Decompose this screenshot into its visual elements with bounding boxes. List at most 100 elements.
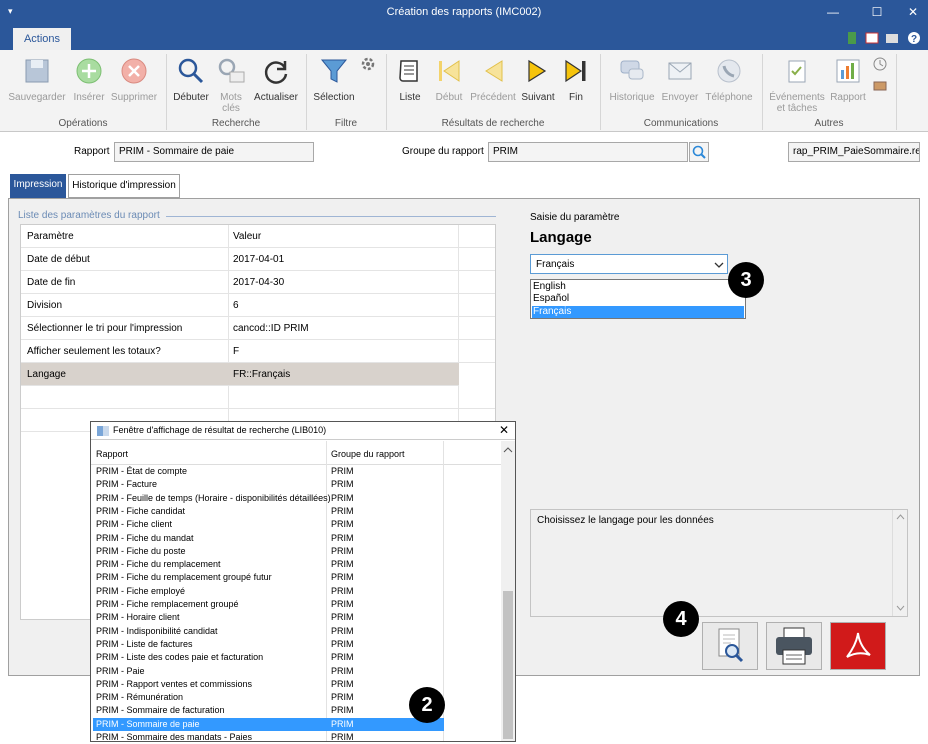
table-row-selected[interactable]: Langage FR::Français xyxy=(21,363,459,386)
result-report-name: PRIM - Sommaire de paie xyxy=(96,718,200,729)
next-button[interactable]: Suivant xyxy=(518,56,558,103)
list-item[interactable]: PRIM - Fiche du mandat PRIM xyxy=(93,532,505,545)
report-group-label: Groupe du rapport xyxy=(402,146,484,157)
param-name: Division xyxy=(27,300,63,311)
list-item[interactable]: PRIM - État de compte PRIM xyxy=(93,465,505,478)
help-scrollbar[interactable] xyxy=(892,510,907,616)
popup-scrollbar[interactable] xyxy=(501,441,515,741)
param-value: cancod::ID PRIM xyxy=(233,323,309,334)
result-report-name: PRIM - Fiche employé xyxy=(96,585,186,596)
delete-button[interactable]: Supprimer xyxy=(108,56,160,103)
result-report-group: PRIM xyxy=(331,572,354,583)
print-button[interactable] xyxy=(766,622,822,670)
phone-button[interactable]: Téléphone xyxy=(700,56,758,103)
clock-icon[interactable] xyxy=(872,56,888,72)
list-item[interactable]: PRIM - Liste de factures PRIM xyxy=(93,638,505,651)
option-english[interactable]: English xyxy=(532,281,744,293)
group-label-search: Recherche xyxy=(211,118,261,129)
list-item[interactable]: PRIM - Sommaire des mandats - Paies PRIM xyxy=(93,731,505,744)
printer-small-icon[interactable] xyxy=(886,34,898,43)
previous-button[interactable]: Précédent xyxy=(468,56,518,103)
list-button[interactable]: Liste xyxy=(390,56,430,103)
param-value: 2017-04-01 xyxy=(233,254,285,265)
list-item[interactable]: PRIM - Horaire client PRIM xyxy=(93,611,505,624)
list-item[interactable]: PRIM - Fiche employé PRIM xyxy=(93,585,505,598)
option-francais[interactable]: Français xyxy=(532,306,744,318)
result-report-name: PRIM - Horaire client xyxy=(96,612,180,623)
popup-scrollbar-thumb[interactable] xyxy=(503,591,513,739)
chevron-up-icon xyxy=(503,447,513,453)
group-label-operations: Opérations xyxy=(58,118,108,129)
table-row[interactable]: Date de début 2017-04-01 xyxy=(21,248,495,271)
table-row[interactable]: Date de fin 2017-04-30 xyxy=(21,271,495,294)
search-start-button[interactable]: Débuter xyxy=(170,56,212,103)
list-item[interactable]: PRIM - Fiche du poste PRIM xyxy=(93,545,505,558)
pdf-button[interactable] xyxy=(830,622,886,670)
last-button[interactable]: Fin xyxy=(558,56,594,103)
result-report-name: PRIM - Fiche du remplacement groupé futu… xyxy=(96,572,272,583)
list-item[interactable]: PRIM - Paie PRIM xyxy=(93,665,505,678)
first-button[interactable]: Début xyxy=(432,56,466,103)
insert-button[interactable]: Insérer xyxy=(70,56,108,103)
result-report-name: PRIM - Rémunération xyxy=(96,692,184,703)
column-header-valeur[interactable]: Valeur xyxy=(233,231,261,242)
list-item[interactable]: PRIM - Fiche candidat PRIM xyxy=(93,505,505,518)
tab-actions[interactable]: Actions xyxy=(13,28,71,50)
close-window-button[interactable]: ✕ xyxy=(898,2,928,22)
history-button[interactable]: Historique xyxy=(604,56,660,103)
entry-caption: Saisie du paramètre xyxy=(530,212,620,223)
list-item[interactable]: PRIM - Fiche du remplacement PRIM xyxy=(93,558,505,571)
report-file-field[interactable]: rap_PRIM_PaieSommaire.re xyxy=(788,142,920,162)
list-item[interactable]: PRIM - Fiche remplacement groupé PRIM xyxy=(93,598,505,611)
tray-icon[interactable] xyxy=(872,76,888,92)
report-field[interactable]: PRIM - Sommaire de paie xyxy=(114,142,314,162)
result-report-group: PRIM xyxy=(331,718,354,729)
report-button[interactable]: Rapport xyxy=(828,56,868,103)
group-search-button[interactable] xyxy=(689,142,709,162)
list-item-selected[interactable]: PRIM - Sommaire de paie PRIM xyxy=(93,717,444,731)
table-row[interactable]: Afficher seulement les totaux? F xyxy=(21,340,495,363)
column-header-parametre[interactable]: Paramètre xyxy=(27,231,74,242)
list-item[interactable]: PRIM - Feuille de temps (Horaire - dispo… xyxy=(93,492,505,505)
result-report-name: PRIM - Rapport ventes et commissions xyxy=(96,678,253,689)
table-row[interactable]: Sélectionner le tri pour l'impression ca… xyxy=(21,317,495,340)
save-button[interactable]: Sauvegarder xyxy=(6,56,68,103)
maximize-button[interactable]: ☐ xyxy=(862,2,892,22)
tab-impression[interactable]: Impression xyxy=(10,174,66,198)
popup-close-button[interactable]: ✕ xyxy=(499,423,509,437)
result-report-name: PRIM - Sommaire des mandats - Paies xyxy=(96,732,253,742)
param-name: Sélectionner le tri pour l'impression xyxy=(27,323,183,334)
list-item[interactable]: PRIM - Fiche du remplacement groupé futu… xyxy=(93,571,505,584)
refresh-button[interactable]: Actualiser xyxy=(250,56,302,103)
callout-badge-4: 4 xyxy=(663,601,699,637)
keywords-button[interactable]: Mots clés xyxy=(214,56,248,114)
result-report-group: PRIM xyxy=(331,519,354,530)
column-header-rapport[interactable]: Rapport xyxy=(96,449,128,459)
first-icon xyxy=(439,60,460,82)
keyword-search-icon xyxy=(218,58,245,83)
table-row[interactable]: Division 6 xyxy=(21,294,495,317)
list-item[interactable]: PRIM - Fiche client PRIM xyxy=(93,518,505,531)
tab-print-history[interactable]: Historique d'impression xyxy=(68,174,180,198)
column-header-groupe[interactable]: Groupe du rapport xyxy=(331,449,405,459)
help-text: Choisissez le langage pour les données xyxy=(537,515,714,526)
filter-settings-icon[interactable] xyxy=(360,56,376,72)
events-tasks-button[interactable]: Événements et tâches xyxy=(766,56,828,114)
report-group-field[interactable]: PRIM xyxy=(488,142,688,162)
popup-title-bar: Fenêtre d'affichage de résultat de reche… xyxy=(91,422,515,440)
list-item[interactable]: PRIM - Liste des codes paie et facturati… xyxy=(93,651,505,664)
result-report-group: PRIM xyxy=(331,652,354,663)
language-select[interactable]: Français xyxy=(530,254,728,274)
filter-icon xyxy=(320,59,348,83)
calculator-icon[interactable] xyxy=(848,32,856,44)
option-espanol[interactable]: Español xyxy=(532,293,744,305)
list-item[interactable]: PRIM - Facture PRIM xyxy=(93,478,505,491)
list-item[interactable]: PRIM - Rapport ventes et commissions PRIM xyxy=(93,678,505,691)
list-item[interactable]: PRIM - Indisponibilité candidat PRIM xyxy=(93,625,505,638)
preview-button[interactable] xyxy=(702,622,758,670)
selection-button[interactable]: Sélection xyxy=(310,56,358,103)
calendar-icon[interactable] xyxy=(865,32,879,44)
minimize-button[interactable]: — xyxy=(818,2,848,22)
send-button[interactable]: Envoyer xyxy=(660,56,700,103)
svg-text:?: ? xyxy=(911,34,917,45)
